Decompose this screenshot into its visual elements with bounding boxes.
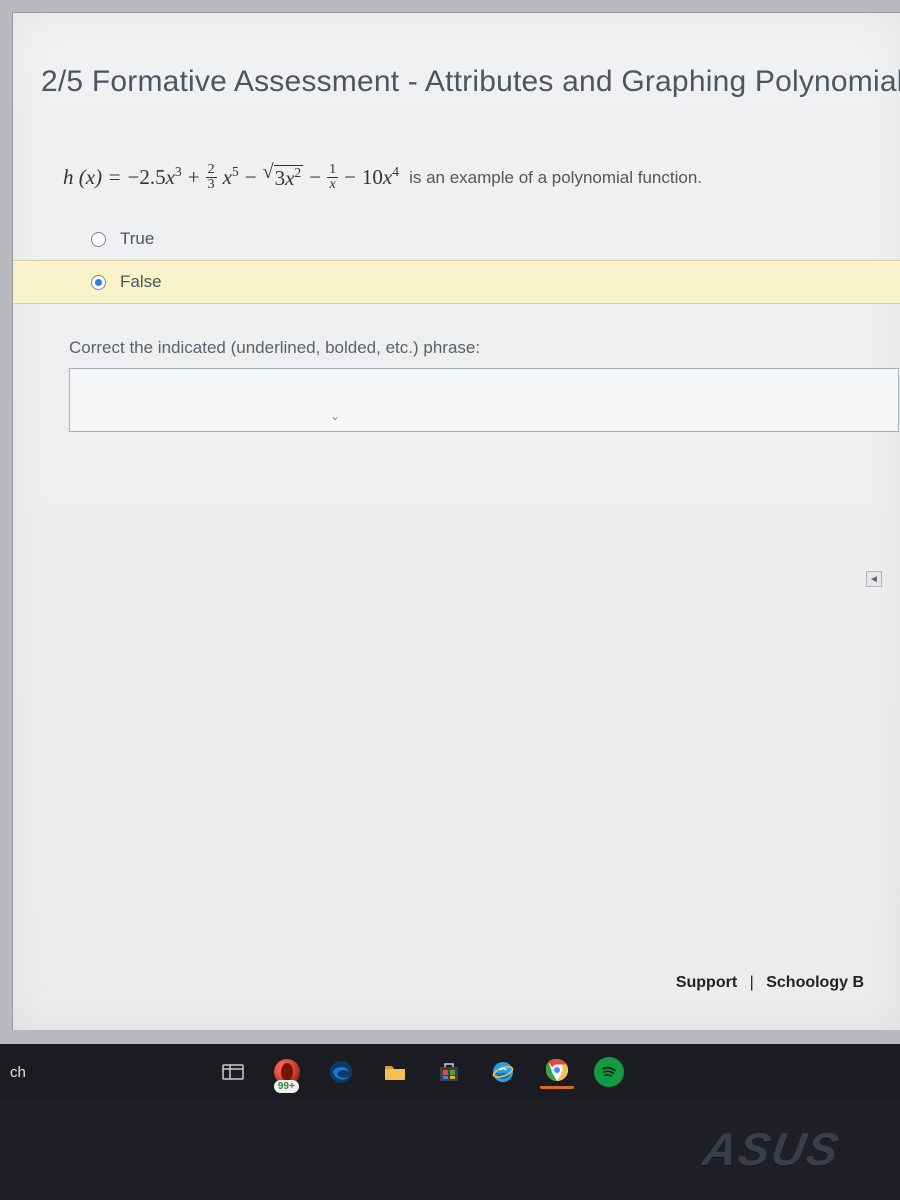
internet-explorer-icon[interactable] [486, 1055, 520, 1089]
option-false-label: False [120, 272, 162, 292]
eq-term5: 10x4 [362, 165, 399, 190]
radio-true[interactable] [91, 232, 106, 247]
eq-term1: −2.5x3 [128, 165, 182, 190]
correction-input[interactable]: ⌄ [69, 368, 899, 432]
opera-notification-badge: 99+ [274, 1080, 299, 1093]
text-caret-icon: ⌄ [330, 409, 340, 423]
eq-term3-sqrt: √ 3x2 [263, 164, 304, 191]
file-explorer-icon[interactable] [378, 1055, 412, 1089]
page-title: 2/5 Formative Assessment - Attributes an… [13, 13, 900, 99]
eq-term4-fraction: 1 x [327, 163, 338, 192]
search-truncated[interactable]: ch [10, 1064, 196, 1081]
chrome-icon[interactable] [540, 1055, 574, 1089]
schoology-link[interactable]: Schoology B [766, 974, 864, 991]
equation: h (x) = −2.5x3 + 2 3 x5 − √ 3x2 − 1 x − [13, 163, 900, 192]
eq-term2-var: x5 [223, 165, 239, 190]
eq-func: h [63, 165, 74, 189]
monitor-bezel: ASUS [0, 1100, 900, 1200]
content-area: 2/5 Formative Assessment - Attributes an… [12, 12, 900, 1030]
correction-prompt: Correct the indicated (underlined, bolde… [69, 338, 900, 358]
store-icon[interactable] [432, 1055, 466, 1089]
option-true-label: True [120, 229, 154, 249]
eq-arg: x [86, 165, 95, 189]
option-false[interactable]: False [13, 260, 900, 304]
brand-logo: ASUS [699, 1122, 844, 1176]
edge-legacy-icon[interactable] [324, 1055, 358, 1089]
scroll-arrow-icon[interactable]: ◄ [866, 571, 882, 587]
eq-term2-fraction: 2 3 [206, 163, 217, 192]
windows-taskbar[interactable]: ch 99+ [0, 1044, 900, 1100]
question-block: h (x) = −2.5x3 + 2 3 x5 − √ 3x2 − 1 x − [13, 163, 900, 432]
radio-false[interactable] [91, 275, 106, 290]
task-view-icon[interactable] [216, 1055, 250, 1089]
answer-options: True False [13, 218, 900, 304]
spotify-icon[interactable] [594, 1057, 624, 1087]
footer-links: Support | Schoology B [676, 974, 864, 992]
option-true[interactable]: True [13, 218, 900, 260]
opera-icon[interactable]: 99+ [270, 1055, 304, 1089]
support-link[interactable]: Support [676, 974, 737, 991]
eq-tail: is an example of a polynomial function. [409, 168, 702, 188]
